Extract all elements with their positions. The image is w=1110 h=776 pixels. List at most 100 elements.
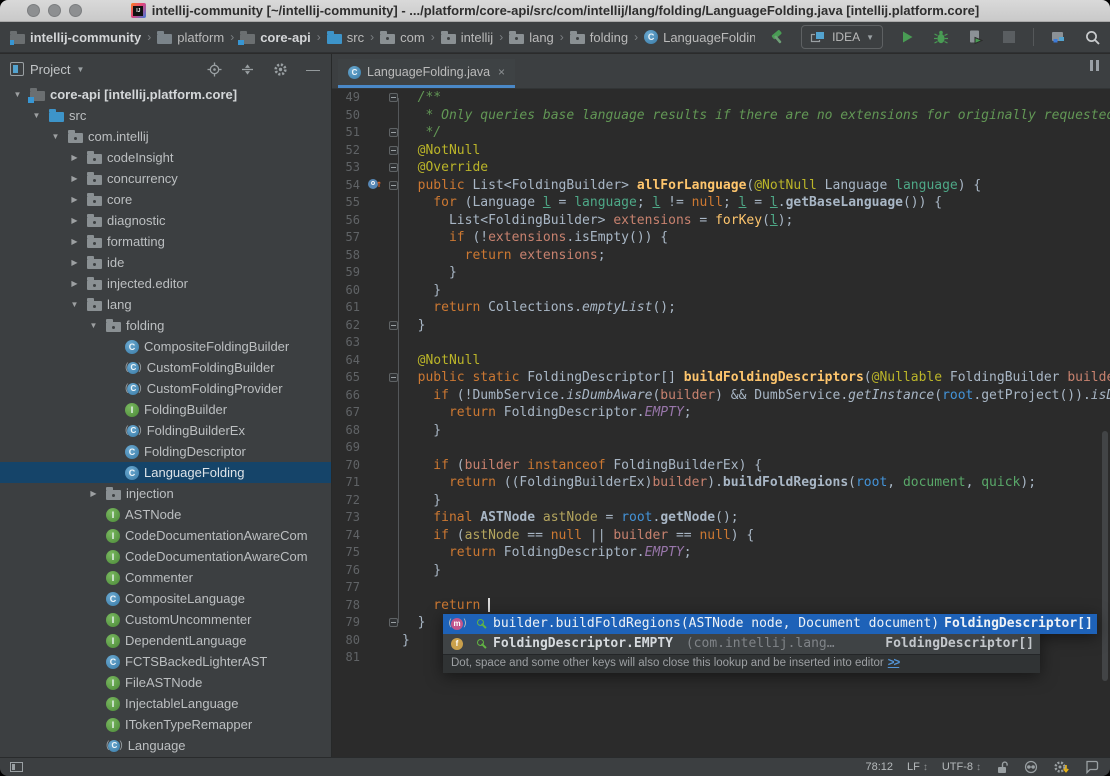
code-line-54[interactable]: 54 public List<FoldingBuilder> allForLan…: [332, 177, 1110, 195]
tree-item-codedocumentationawarecom[interactable]: CodeDocumentationAwareCom: [0, 546, 331, 567]
tab-languagefolding[interactable]: LanguageFolding.java: [338, 59, 516, 88]
tree-item-concurrency[interactable]: ▶ concurrency: [0, 168, 331, 189]
encoding-select[interactable]: UTF-8 ↕: [942, 761, 981, 773]
tree-item-customfoldingprovider[interactable]: CustomFoldingProvider: [0, 378, 331, 399]
tree-item-customuncommenter[interactable]: CustomUncommenter: [0, 609, 331, 630]
project-panel-title[interactable]: Project: [30, 62, 70, 77]
code-line-64[interactable]: 64 @NotNull: [332, 352, 1110, 370]
code-line-52[interactable]: 52 @NotNull: [332, 142, 1110, 160]
minimize-button[interactable]: [48, 4, 61, 17]
code-line-71[interactable]: 71 return ((FoldingBuilderEx)builder).bu…: [332, 474, 1110, 492]
locate-file-button[interactable]: [206, 61, 222, 77]
search-everywhere-button[interactable]: [1082, 27, 1102, 47]
hide-panel-button[interactable]: —: [305, 61, 321, 77]
run-configuration-select[interactable]: IDEA ▼: [801, 25, 883, 49]
code-line-76[interactable]: 76 }: [332, 562, 1110, 580]
tree-item-customfoldingbuilder[interactable]: CustomFoldingBuilder: [0, 357, 331, 378]
tree-expanded-arrow-icon[interactable]: ▼: [86, 321, 101, 330]
editor-scrollbar-thumb[interactable]: [1102, 431, 1108, 681]
hector-inspector-icon[interactable]: [1023, 759, 1039, 775]
breadcrumb-item-folding[interactable]: folding: [569, 30, 628, 45]
completion-item[interactable]: FoldingDescriptor.EMPTY (com.intellij.la…: [443, 634, 1040, 654]
code-line-59[interactable]: 59 }: [332, 264, 1110, 282]
fold-marker-icon[interactable]: [388, 145, 398, 155]
code-line-75[interactable]: 75 return FoldingDescriptor.EMPTY;: [332, 544, 1110, 562]
tree-item-src[interactable]: ▼ src: [0, 105, 331, 126]
tree-item-core-api[interactable]: ▼ core-api [intellij.platform.core]: [0, 84, 331, 105]
tree-item-core[interactable]: ▶ core: [0, 189, 331, 210]
inspection-indicator-icon[interactable]: [1089, 60, 1100, 71]
breadcrumb-item-lang[interactable]: lang: [509, 30, 554, 45]
close-icon[interactable]: [498, 65, 505, 79]
code-line-57[interactable]: 57 if (!extensions.isEmpty()) {: [332, 229, 1110, 247]
tree-item-languagefolding[interactable]: LanguageFolding: [0, 462, 331, 483]
run-with-coverage-button[interactable]: [965, 27, 985, 47]
tree-item-formatting[interactable]: ▶ formatting: [0, 231, 331, 252]
tree-collapsed-arrow-icon[interactable]: ▶: [67, 195, 82, 204]
code-area[interactable]: 49 /** 50 * Only queries base language re…: [332, 89, 1110, 667]
breadcrumb-item-com[interactable]: com: [380, 30, 425, 45]
fold-marker-icon[interactable]: [388, 93, 398, 103]
breadcrumb-item-core-api[interactable]: core-api: [238, 30, 311, 45]
code-line-55[interactable]: 55 for (Language l = language; l != null…: [332, 194, 1110, 212]
fold-marker-icon[interactable]: [388, 180, 398, 190]
tree-item-language[interactable]: Language: [0, 735, 331, 756]
code-line-50[interactable]: 50 * Only queries base language results …: [332, 107, 1110, 125]
fold-marker-icon[interactable]: [388, 618, 398, 628]
tree-item-diagnostic[interactable]: ▶ diagnostic: [0, 210, 331, 231]
tree-collapsed-arrow-icon[interactable]: ▶: [86, 489, 101, 498]
code-line-61[interactable]: 61 return Collections.emptyList();: [332, 299, 1110, 317]
tree-expanded-arrow-icon[interactable]: ▼: [29, 111, 44, 120]
tree-item-codeinsight[interactable]: ▶ codeInsight: [0, 147, 331, 168]
build-hammer-button[interactable]: [767, 27, 787, 47]
tree-collapsed-arrow-icon[interactable]: ▶: [67, 258, 82, 267]
line-separator-select[interactable]: LF ↕: [907, 761, 928, 773]
zoom-button[interactable]: [69, 4, 82, 17]
code-line-68[interactable]: 68 }: [332, 422, 1110, 440]
tree-item-injected.editor[interactable]: ▶ injected.editor: [0, 273, 331, 294]
close-button[interactable]: [27, 4, 40, 17]
code-line-67[interactable]: 67 return FoldingDescriptor.EMPTY;: [332, 404, 1110, 422]
fold-marker-icon[interactable]: [388, 320, 398, 330]
code-line-65[interactable]: 65 public static FoldingDescriptor[] bui…: [332, 369, 1110, 387]
tree-item-injection[interactable]: ▶ injection: [0, 483, 331, 504]
code-line-74[interactable]: 74 if (astNode == null || builder == nul…: [332, 527, 1110, 545]
breadcrumb-item-platform[interactable]: platform: [157, 30, 224, 45]
tree-expanded-arrow-icon[interactable]: ▼: [67, 300, 82, 309]
code-line-62[interactable]: 62 }: [332, 317, 1110, 335]
code-line-58[interactable]: 58 return extensions;: [332, 247, 1110, 265]
tree-item-com.intellij[interactable]: ▼ com.intellij: [0, 126, 331, 147]
chevron-down-icon[interactable]: ▼: [76, 65, 84, 74]
tree-item-foldingbuilderex[interactable]: FoldingBuilderEx: [0, 420, 331, 441]
tree-item-fctsbackedlighterast[interactable]: FCTSBackedLighterAST: [0, 651, 331, 672]
debug-button[interactable]: [931, 27, 951, 47]
tree-item-foldingdescriptor[interactable]: FoldingDescriptor: [0, 441, 331, 462]
breadcrumb-item-languagefolding[interactable]: LanguageFolding: [644, 30, 755, 45]
project-structure-button[interactable]: [1048, 27, 1068, 47]
update-available-icon[interactable]: [1053, 759, 1070, 775]
fold-marker-icon[interactable]: [388, 163, 398, 173]
tree-item-fileastnode[interactable]: FileASTNode: [0, 672, 331, 693]
tree-item-folding[interactable]: ▼ folding: [0, 315, 331, 336]
code-line-72[interactable]: 72 }: [332, 492, 1110, 510]
caret-position[interactable]: 78:12: [865, 761, 893, 773]
code-line-60[interactable]: 60 }: [332, 282, 1110, 300]
tree-expanded-arrow-icon[interactable]: ▼: [10, 90, 25, 99]
code-line-66[interactable]: 66 if (!DumbService.isDumbAware(builder)…: [332, 387, 1110, 405]
code-line-49[interactable]: 49 /**: [332, 89, 1110, 107]
settings-gear-icon[interactable]: [272, 61, 288, 77]
code-line-77[interactable]: 77: [332, 579, 1110, 597]
collapse-all-button[interactable]: [239, 61, 255, 77]
tree-item-itokentyperemapper[interactable]: ITokenTypeRemapper: [0, 714, 331, 735]
breadcrumb-item-src[interactable]: src: [326, 30, 364, 45]
tree-collapsed-arrow-icon[interactable]: ▶: [67, 216, 82, 225]
tree-collapsed-arrow-icon[interactable]: ▶: [67, 279, 82, 288]
notifications-icon[interactable]: [1084, 759, 1100, 775]
toolwindow-toggle-icon[interactable]: [10, 762, 23, 772]
tree-item-foldingbuilder[interactable]: FoldingBuilder: [0, 399, 331, 420]
code-line-63[interactable]: 63: [332, 334, 1110, 352]
tree-item-commenter[interactable]: Commenter: [0, 567, 331, 588]
completion-item[interactable]: builder.buildFoldRegions(ASTNode node, D…: [443, 614, 1097, 634]
code-line-56[interactable]: 56 List<FoldingBuilder> extensions = for…: [332, 212, 1110, 230]
code-line-73[interactable]: 73 final ASTNode astNode = root.getNode(…: [332, 509, 1110, 527]
